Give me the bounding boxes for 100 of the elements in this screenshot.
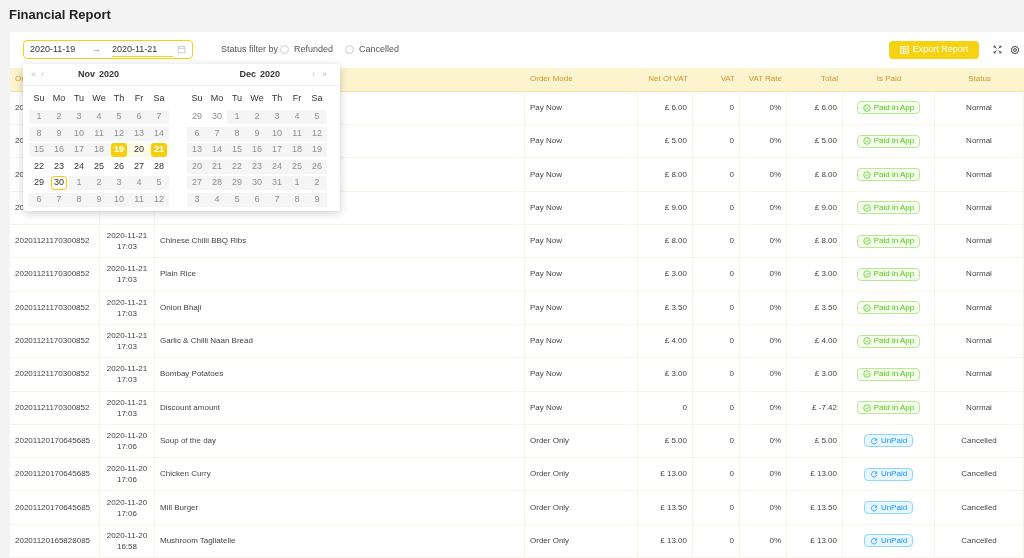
year-label[interactable]: 2020	[259, 67, 280, 82]
calendar-day[interactable]: 29	[189, 110, 205, 125]
calendar-day[interactable]: 7	[269, 192, 285, 207]
net-amount: £ 13.00	[660, 534, 687, 547]
calendar-day[interactable]: 7	[51, 192, 67, 207]
calendar-day[interactable]: 28	[209, 176, 225, 191]
order-datetime: 2020-11-21 17:03	[106, 330, 148, 353]
calendar-day[interactable]: 12	[309, 126, 325, 141]
previous-year-button[interactable]: «	[31, 67, 41, 82]
calendar-day[interactable]: 27	[189, 176, 205, 191]
calendar-day[interactable]: 20	[189, 159, 205, 174]
calendar-day[interactable]: 4	[91, 110, 107, 125]
calendar-day[interactable]: 9	[51, 126, 67, 141]
calendar-day[interactable]: 11	[91, 126, 107, 141]
calendar-day[interactable]: 22	[31, 159, 47, 174]
calendar-day[interactable]: 15	[31, 143, 47, 158]
calendar-day[interactable]: 6	[31, 192, 47, 207]
calendar-day[interactable]: 8	[229, 126, 245, 141]
calendar-day[interactable]: 5	[151, 176, 167, 191]
previous-month-button[interactable]: ‹	[41, 67, 51, 82]
calendar-day[interactable]: 24	[71, 159, 87, 174]
calendar-day[interactable]: 5	[229, 192, 245, 207]
calendar-day[interactable]: 10	[71, 126, 87, 141]
calendar-day[interactable]: 1	[71, 176, 87, 191]
calendar-day[interactable]: 17	[269, 143, 285, 158]
weekday-label: Sa	[310, 92, 324, 106]
calendar-day[interactable]: 18	[91, 143, 107, 158]
calendar-day[interactable]: 5	[309, 110, 325, 125]
calendar-day[interactable]: 3	[269, 110, 285, 125]
calendar-day[interactable]: 23	[51, 159, 67, 174]
radio-button[interactable]	[345, 45, 355, 55]
calendar-day[interactable]: 9	[249, 126, 265, 141]
calendar-day[interactable]: 18	[289, 143, 305, 158]
calendar-day[interactable]: 30	[209, 110, 225, 125]
calendar-day[interactable]: 19	[309, 143, 325, 158]
calendar-day[interactable]: 6	[249, 192, 265, 207]
calendar-day[interactable]: 1	[31, 110, 47, 125]
calendar-day[interactable]: 31	[269, 176, 285, 191]
calendar-day[interactable]: 1	[289, 176, 305, 191]
calendar-day[interactable]: 20	[131, 143, 147, 158]
calendar-day[interactable]: 28	[151, 159, 167, 174]
calendar-day[interactable]: 11	[131, 192, 147, 207]
year-label[interactable]: 2020	[99, 67, 120, 82]
calendar-day[interactable]: 25	[91, 159, 107, 174]
calendar-day[interactable]: 13	[189, 143, 205, 158]
calendar-day[interactable]: 12	[111, 126, 127, 141]
calendar-day[interactable]: 30	[51, 176, 67, 191]
calendar-day[interactable]: 9	[91, 192, 107, 207]
calendar-day[interactable]: 29	[229, 176, 245, 191]
calendar-day[interactable]: 12	[151, 192, 167, 207]
calendar-day[interactable]: 7	[151, 110, 167, 125]
calendar-day[interactable]: 25	[289, 159, 305, 174]
calendar-day[interactable]: 10	[269, 126, 285, 141]
calendar-day[interactable]: 3	[111, 176, 127, 191]
calendar-day[interactable]: 2	[309, 176, 325, 191]
calendar-day[interactable]: 8	[31, 126, 47, 141]
next-month-button[interactable]: ›	[312, 67, 322, 82]
calendar-day[interactable]: 30	[249, 176, 265, 191]
calendar-day[interactable]: 14	[209, 143, 225, 158]
calendar-day[interactable]: 4	[209, 192, 225, 207]
calendar-day[interactable]: 5	[111, 110, 127, 125]
calendar-day[interactable]: 3	[71, 110, 87, 125]
calendar-day[interactable]: 10	[111, 192, 127, 207]
calendar-day[interactable]: 6	[131, 110, 147, 125]
calendar-day[interactable]: 8	[289, 192, 305, 207]
calendar-day[interactable]: 6	[189, 126, 205, 141]
calendar-day[interactable]: 9	[309, 192, 325, 207]
calendar-day[interactable]: 8	[71, 192, 87, 207]
calendar-day[interactable]: 22	[229, 159, 245, 174]
calendar-day[interactable]: 4	[289, 110, 305, 125]
calendar-day[interactable]: 14	[151, 126, 167, 141]
calendar-day[interactable]: 29	[31, 176, 47, 191]
settings-icon[interactable]	[1010, 44, 1020, 55]
next-year-button[interactable]: »	[322, 67, 332, 82]
date-range-field[interactable]: 2020-11-19 → 2020-11-21	[23, 40, 193, 60]
calendar-day[interactable]: 2	[249, 110, 265, 125]
calendar-day[interactable]: 17	[71, 143, 87, 158]
calendar-day[interactable]: 13	[131, 126, 147, 141]
calendar-day[interactable]: 15	[229, 143, 245, 158]
fullscreen-icon[interactable]	[993, 45, 1002, 55]
calendar-day[interactable]: 7	[209, 126, 225, 141]
month-label[interactable]: Dec	[239, 67, 256, 82]
calendar-day[interactable]: 26	[111, 159, 127, 174]
calendar-day[interactable]: 21	[209, 159, 225, 174]
calendar-day[interactable]: 27	[131, 159, 147, 174]
calendar-day[interactable]: 1	[229, 110, 245, 125]
calendar-day[interactable]: 23	[249, 159, 265, 174]
calendar-day[interactable]: 11	[289, 126, 305, 141]
calendar-day[interactable]: 2	[51, 110, 67, 125]
calendar-day[interactable]: 2	[91, 176, 107, 191]
month-label[interactable]: Nov	[78, 67, 95, 82]
vat-amount: 0	[729, 168, 734, 181]
order-status: Normal	[966, 201, 992, 214]
calendar-day[interactable]: 26	[309, 159, 325, 174]
calendar-day[interactable]: 24	[269, 159, 285, 174]
radio-button[interactable]	[280, 45, 290, 55]
calendar-day[interactable]: 4	[131, 176, 147, 191]
calendar-day[interactable]: 3	[189, 192, 205, 207]
calendar-day[interactable]: 16	[249, 143, 265, 158]
calendar-day[interactable]: 16	[51, 143, 67, 158]
